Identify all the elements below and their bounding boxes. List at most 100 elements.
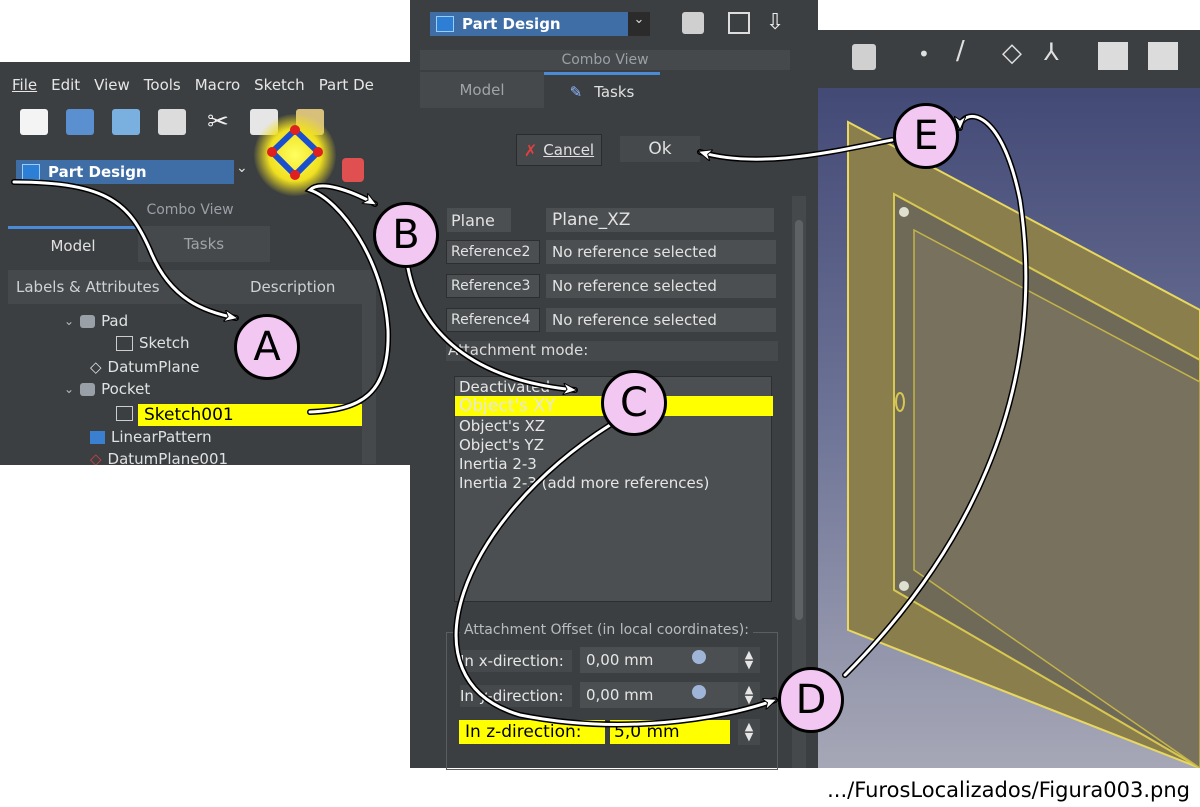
cut-icon[interactable]: ✂ [204, 109, 232, 135]
print-icon[interactable] [158, 109, 186, 135]
menu-sketch[interactable]: Sketch [254, 76, 305, 94]
tab-tasks-label: Tasks [594, 82, 635, 101]
x-offset-stepper[interactable]: ▲ ▼ [738, 647, 760, 673]
open-folder-icon[interactable] [66, 109, 94, 135]
tab-model[interactable]: Model [8, 226, 138, 262]
menu-part-design[interactable]: Part De [319, 76, 374, 94]
pad-icon [80, 314, 96, 328]
datum-plane-small-icon: ◇ [90, 358, 102, 376]
tree-item-sketch001[interactable] [116, 402, 133, 424]
attachment-mode-label: Attachment mode: [446, 341, 778, 361]
tab-tasks[interactable]: ✎ Tasks [544, 72, 660, 108]
sketch-icon [116, 335, 133, 351]
menu-view[interactable]: View [94, 76, 130, 94]
mode-item[interactable]: Deactivated [459, 377, 550, 396]
mode-item[interactable]: Inertia 2-3 [459, 454, 537, 473]
3d-view[interactable]: • / ◇ ⅄ [818, 30, 1200, 768]
callout-e: E [893, 103, 959, 169]
sketch-icon [116, 405, 133, 421]
mode-item[interactable]: Inertia 2-3 (add more references) [459, 473, 709, 492]
tree-header: Labels & Attributes Description [8, 270, 376, 304]
workbench-selector[interactable]: Part Design [430, 12, 638, 36]
reference4-value[interactable]: No reference selected [546, 308, 776, 332]
datum-plane-small-icon: ◇ [90, 450, 102, 465]
save-icon[interactable] [112, 109, 140, 135]
z-offset-input[interactable]: 5,0 mm [610, 720, 730, 744]
reference3-label[interactable]: Reference3 [446, 274, 540, 298]
y-offset-stepper[interactable]: ▲ ▼ [738, 682, 760, 708]
callout-d: D [778, 667, 844, 733]
chevron-down-icon[interactable]: ⌄ [628, 12, 650, 36]
tree-scrollbar[interactable] [362, 274, 376, 464]
expression-icon[interactable] [692, 650, 706, 664]
callout-c: C [601, 370, 667, 436]
export-icon[interactable]: ⇩ [766, 10, 784, 35]
chevron-down-icon[interactable]: ⌄ [64, 314, 74, 328]
tree-item-label: Pad [101, 312, 129, 330]
cancel-button[interactable]: ✗ Cancel [516, 134, 602, 166]
tree-item-datumplane[interactable]: ◇ DatumPlane [90, 356, 199, 378]
reference2-value[interactable]: No reference selected [546, 240, 776, 264]
reference4-label[interactable]: Reference4 [446, 308, 540, 332]
center-tabs: Model ✎ Tasks [420, 72, 660, 108]
part-design-icon [436, 16, 454, 32]
x-offset-label: In x-direction: [460, 650, 572, 672]
expression-icon[interactable] [692, 685, 706, 699]
close-icon: ✗ [523, 140, 538, 160]
chevron-down-icon[interactable]: ⌄ [64, 382, 74, 396]
tree-item-pad[interactable]: ⌄ Pad [64, 310, 128, 332]
sketch-create-icon[interactable] [728, 12, 750, 34]
tree-item-label: LinearPattern [111, 428, 212, 446]
reference3-value[interactable]: No reference selected [546, 274, 776, 298]
tree-item-datumplane001[interactable]: ◇ DatumPlane001 [90, 448, 228, 465]
datum-plane-icon [267, 125, 323, 180]
tab-model[interactable]: Model [420, 72, 544, 108]
menu-tools[interactable]: Tools [144, 76, 181, 94]
column-description[interactable]: Description [242, 278, 335, 296]
left-tabs: Model Tasks [8, 226, 270, 262]
create-datum-plane-button[interactable] [254, 114, 336, 196]
tree-item-sketch[interactable]: Sketch [116, 332, 190, 354]
task-icon: ✎ [569, 82, 583, 101]
callout-a: A [234, 314, 300, 380]
body-icon[interactable] [682, 12, 704, 34]
mode-item[interactable]: Object's XZ [459, 416, 545, 435]
z-offset-stepper[interactable]: ▲ ▼ [738, 719, 760, 745]
mode-item[interactable]: Object's YZ [459, 435, 544, 454]
tree-item-label: DatumPlane001 [107, 450, 229, 465]
menu-edit[interactable]: Edit [51, 76, 80, 94]
tree-item-label: Pocket [101, 380, 151, 398]
x-offset-input[interactable]: 0,00 mm [580, 647, 740, 673]
menu-bar: File Edit View Tools Macro Sketch Part D… [0, 72, 410, 98]
callout-b: B [373, 202, 439, 268]
menu-file[interactable]: File [12, 76, 37, 94]
tree-item-label: DatumPlane [107, 358, 200, 376]
reference1-value[interactable]: Plane_XZ [546, 208, 774, 232]
reference2-label[interactable]: Reference2 [446, 240, 540, 264]
column-labels-attributes[interactable]: Labels & Attributes [8, 278, 242, 296]
workbench-label: Part Design [462, 15, 561, 33]
z-offset-label: In z-direction: [459, 720, 605, 744]
new-document-icon[interactable] [20, 109, 48, 135]
part-design-icon [22, 164, 40, 180]
tree-item-pocket[interactable]: ⌄ Pocket [64, 378, 150, 400]
figure-caption: .../FurosLocalizados/Figura003.png [827, 778, 1190, 802]
sketch001-highlight[interactable]: Sketch001 [138, 404, 364, 426]
combo-view-title: Combo View [420, 50, 790, 70]
linear-pattern-icon [90, 430, 105, 444]
y-offset-label: In y-direction: [460, 685, 572, 707]
offset-group-title: Attachment Offset (in local coordinates)… [460, 622, 753, 638]
tab-tasks[interactable]: Tasks [138, 226, 270, 262]
reference1-label[interactable]: Plane [447, 208, 511, 232]
workbench-selector[interactable]: Part Design [16, 160, 234, 184]
workbench-label: Part Design [48, 163, 147, 181]
tree-item-linearpattern[interactable]: LinearPattern [90, 426, 212, 448]
chevron-down-icon[interactable]: ⌄ [236, 160, 248, 176]
cancel-label: Cancel [543, 141, 595, 159]
y-offset-input[interactable]: 0,00 mm [580, 682, 740, 708]
datum-line-icon[interactable] [342, 158, 364, 182]
combo-view-title: Combo View [146, 202, 234, 218]
menu-macro[interactable]: Macro [195, 76, 240, 94]
pocket-icon [80, 382, 96, 396]
ok-button[interactable]: Ok [620, 136, 700, 162]
